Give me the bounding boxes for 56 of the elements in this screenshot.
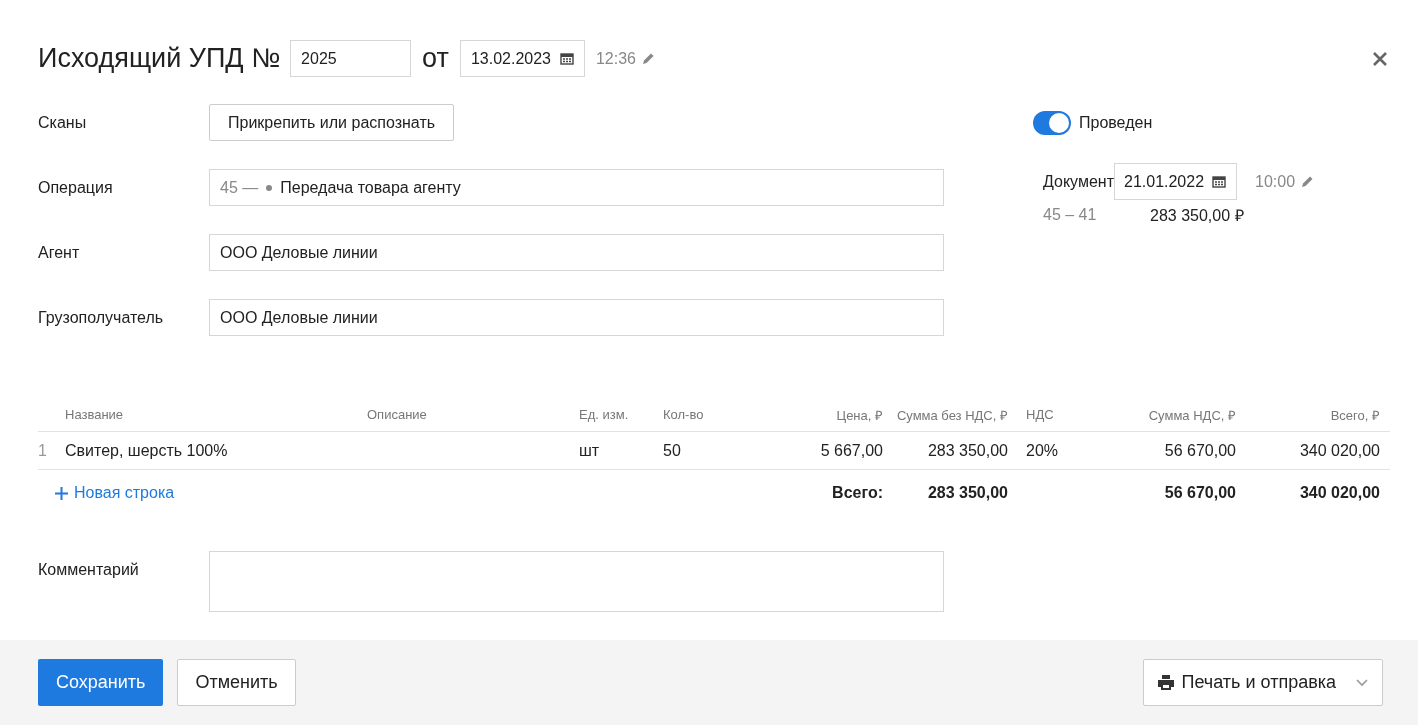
comment-field[interactable] xyxy=(209,551,944,612)
cancel-button[interactable]: Отменить xyxy=(177,659,296,706)
field-label: Агент xyxy=(38,243,81,262)
column-header: Цена, ₽ xyxy=(835,406,883,424)
input-field[interactable]: ООО Деловые линии xyxy=(209,299,944,336)
column-header: Ед. изм. xyxy=(579,407,630,422)
table-cell-text: шт xyxy=(579,441,601,460)
input-field[interactable]: ООО Деловые линии xyxy=(209,234,944,271)
calendar-icon[interactable] xyxy=(559,52,574,65)
operation-field[interactable]: 45 — Передача товара агенту xyxy=(209,169,944,206)
time-text: 12:36 xyxy=(595,49,636,68)
total-cell-text: 56 670,00 xyxy=(1163,484,1236,502)
posted-toggle[interactable] xyxy=(1033,110,1071,135)
column-header: Название xyxy=(65,407,125,422)
table-cell-text: Свитер, шерсть 100% xyxy=(65,441,229,460)
date-field[interactable]: 13.02.2023 xyxy=(459,40,585,77)
table-cell-text: 50 xyxy=(663,441,682,460)
table-cell-text: 20% xyxy=(1025,441,1060,460)
row-number: 1 xyxy=(38,441,48,460)
attach-button[interactable]: Прикрепить или распознать xyxy=(209,104,455,141)
column-header: Сумма НДС, ₽ xyxy=(1147,406,1236,424)
document-date-field[interactable]: 21.01.2022 xyxy=(1114,163,1237,200)
amount-text: 283 350,00 ₽ xyxy=(1150,206,1244,226)
table-cell-text: 283 350,00 xyxy=(926,441,1008,460)
column-header: НДС xyxy=(1025,407,1055,422)
accounts-text: 45 – 41 xyxy=(1043,206,1098,224)
total-cell-text: 340 020,00 xyxy=(1298,484,1380,502)
document-time-text: 10:00 xyxy=(1255,172,1296,191)
document-label: Документ xyxy=(1043,172,1114,191)
comment-label: Комментарий xyxy=(38,560,140,580)
table-cell-text: 5 667,00 xyxy=(819,441,883,460)
field-label: Грузополучатель xyxy=(38,308,165,327)
toggle-label: Проведен xyxy=(1079,113,1153,132)
number-field[interactable]: 2025 xyxy=(290,40,412,77)
table-cell-text: 340 020,00 xyxy=(1298,441,1380,460)
document-title: Исходящий УПД № xyxy=(38,43,281,74)
total-cell-text: 283 350,00 xyxy=(926,484,1008,502)
dot-icon xyxy=(266,184,273,191)
column-header: Описание xyxy=(367,407,428,422)
from-label: от xyxy=(422,43,449,74)
field-label: Операция xyxy=(38,178,114,197)
field-label: Сканы xyxy=(38,113,88,132)
column-header: Всего, ₽ xyxy=(1329,406,1380,424)
calendar-icon[interactable] xyxy=(1212,175,1226,188)
printer-icon xyxy=(1157,675,1174,690)
chevron-down-icon xyxy=(1356,678,1368,687)
totals-label: Всего: xyxy=(831,484,883,502)
pencil-icon[interactable] xyxy=(641,52,655,65)
plus-icon xyxy=(55,486,68,500)
column-header: Сумма без НДС, ₽ xyxy=(895,406,1008,424)
save-button[interactable]: Сохранить xyxy=(38,659,164,706)
pencil-icon[interactable] xyxy=(1301,175,1315,188)
column-header: Кол-во xyxy=(663,407,705,422)
new-row-link[interactable]: Новая строка xyxy=(55,484,663,502)
print-button[interactable]: Печать и отправка xyxy=(1142,659,1383,706)
table-cell-text: 56 670,00 xyxy=(1163,441,1236,460)
